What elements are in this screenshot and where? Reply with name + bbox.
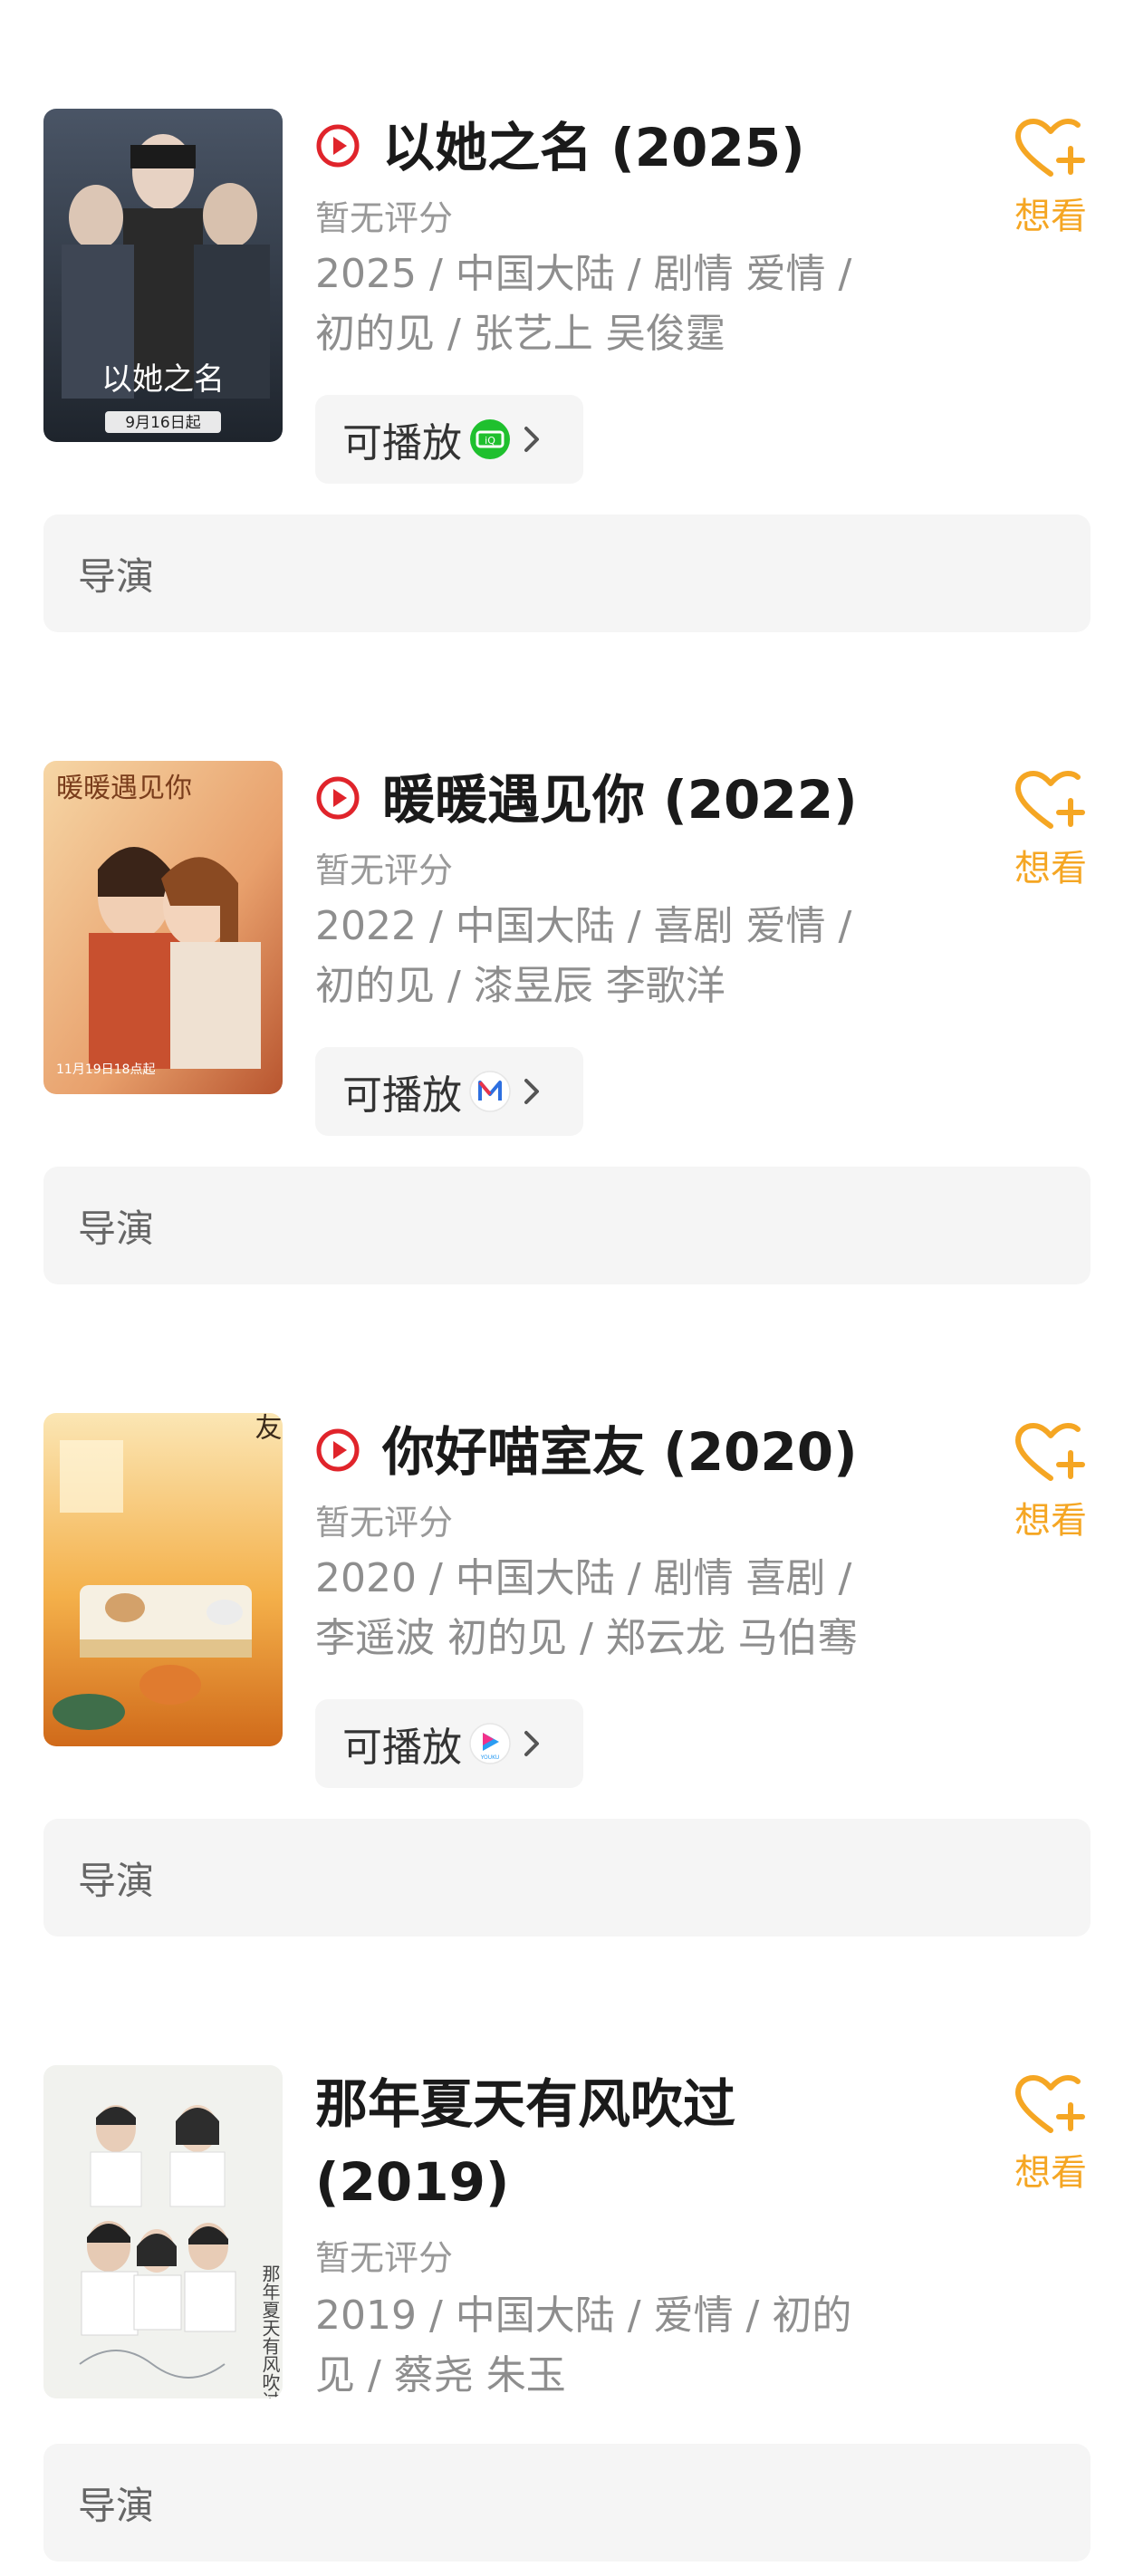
mgtv-logo-icon	[469, 1071, 511, 1112]
movie-meta: 2019 / 中国大陆 / 爱情 / 初的 见 / 蔡尧 朱玉	[315, 2286, 877, 2406]
meta-line: 2019 / 中国大陆 / 爱情 / 初的	[315, 2292, 852, 2339]
movie-title[interactable]: 那年夏天有风吹过	[315, 2065, 735, 2143]
rating-text: 暂无评分	[315, 851, 454, 890]
poster-image: 你好喵室友	[43, 1413, 283, 1746]
meta-line: 见 / 蔡尧 朱玉	[315, 2352, 566, 2398]
movie-meta: 2025 / 中国大陆 / 剧情 爱情 / 初的见 / 张艺上 吴俊霆	[315, 245, 877, 364]
poster-image: 暖暖遇见你 11月19日18点起	[43, 761, 283, 1094]
want-label: 想看	[1014, 196, 1087, 237]
want-label: 想看	[1014, 2152, 1087, 2194]
director-panel[interactable]: 导演	[43, 1819, 1091, 1937]
movie-title-year[interactable]: (2019)	[315, 2143, 509, 2221]
playable-button[interactable]: 可播放 iQ	[315, 395, 583, 484]
director-label: 导演	[78, 1206, 155, 1251]
play-icon	[316, 776, 360, 820]
director-panel[interactable]: 导演	[43, 514, 1091, 632]
movie-title[interactable]: 你好喵室友 (2020)	[382, 1413, 858, 1491]
chevron-right-icon	[524, 1079, 539, 1104]
movie-title[interactable]: 以她之名 (2025)	[382, 109, 805, 187]
movie-poster[interactable]: 那年夏天有风吹过	[43, 2065, 283, 2398]
director-label: 导演	[78, 1858, 155, 1903]
director-panel[interactable]: 导演	[43, 2444, 1091, 2562]
heart-plus-icon	[1015, 2075, 1085, 2133]
meta-line: 2022 / 中国大陆 / 喜剧 爱情 /	[315, 903, 852, 949]
youku-logo-icon: YOUKU	[469, 1723, 511, 1764]
poster-title-text: 暖暖遇见你	[56, 773, 192, 804]
poster-date-text: 11月19日18点起	[56, 1062, 155, 1077]
play-icon	[316, 124, 360, 168]
poster-title-text: 那年夏天有风吹过	[259, 2264, 281, 2398]
playable-label: 可播放	[342, 420, 462, 466]
iqiyi-logo-icon: iQ	[470, 419, 510, 459]
meta-line: 李遥波 初的见 / 郑云龙 马伯骞	[315, 1615, 858, 1661]
want-label: 想看	[1014, 848, 1087, 889]
meta-line: 2020 / 中国大陆 / 剧情 喜剧 /	[315, 1555, 852, 1601]
chevron-right-icon	[524, 427, 539, 452]
director-panel[interactable]: 导演	[43, 1167, 1091, 1284]
playable-button[interactable]: 可播放	[315, 1047, 583, 1136]
movie-meta: 2022 / 中国大陆 / 喜剧 爱情 / 初的见 / 漆昱辰 李歌洋	[315, 897, 877, 1016]
svg-text:iQ: iQ	[485, 435, 495, 447]
heart-plus-icon	[1015, 771, 1085, 829]
poster-title-text: 你好喵室友	[250, 1413, 283, 1440]
rating-text: 暂无评分	[315, 1503, 454, 1543]
meta-line: 初的见 / 漆昱辰 李歌洋	[315, 963, 726, 1009]
director-label: 导演	[78, 2483, 155, 2528]
movie-poster[interactable]: 暖暖遇见你 11月19日18点起	[43, 761, 283, 1094]
meta-line: 初的见 / 张艺上 吴俊霆	[315, 311, 726, 357]
want-to-watch-button[interactable]: 想看	[1005, 2074, 1096, 2196]
playable-label: 可播放	[342, 1072, 462, 1119]
want-label: 想看	[1014, 1500, 1087, 1542]
svg-text:YOUKU: YOUKU	[480, 1754, 500, 1761]
poster-image: 以她之名 9月16日起	[43, 109, 283, 442]
poster-date-text: 9月16日起	[125, 414, 200, 432]
playable-button[interactable]: 可播放 YOUKU	[315, 1699, 583, 1788]
poster-title-text: 以她之名	[101, 361, 225, 398]
play-icon	[316, 1428, 360, 1472]
poster-image: 那年夏天有风吹过	[43, 2065, 283, 2398]
want-to-watch-button[interactable]: 想看	[1005, 118, 1096, 239]
rating-text: 暂无评分	[315, 2238, 454, 2278]
movie-poster[interactable]: 以她之名 9月16日起	[43, 109, 283, 442]
chevron-right-icon	[524, 1731, 539, 1756]
want-to-watch-button[interactable]: 想看	[1005, 770, 1096, 891]
playable-label: 可播放	[342, 1725, 462, 1771]
meta-line: 2025 / 中国大陆 / 剧情 爱情 /	[315, 251, 852, 297]
director-label: 导演	[78, 553, 155, 599]
want-to-watch-button[interactable]: 想看	[1005, 1422, 1096, 1543]
rating-text: 暂无评分	[315, 198, 454, 238]
movie-poster[interactable]: 你好喵室友	[43, 1413, 283, 1746]
movie-title[interactable]: 暖暖遇见你 (2022)	[382, 761, 858, 839]
movie-meta: 2020 / 中国大陆 / 剧情 喜剧 / 李遥波 初的见 / 郑云龙 马伯骞	[315, 1549, 877, 1668]
heart-plus-icon	[1015, 119, 1085, 177]
heart-plus-icon	[1015, 1423, 1085, 1481]
